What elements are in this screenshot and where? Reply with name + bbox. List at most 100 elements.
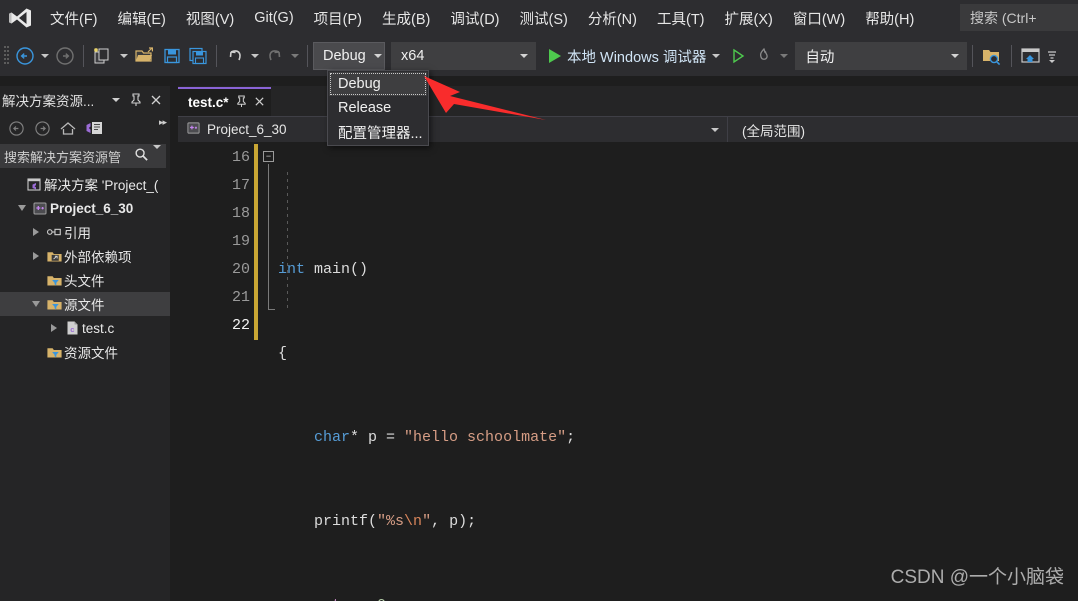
menu-item-test[interactable]: 测试(S) — [510, 0, 578, 36]
debug-target-combo[interactable]: 自动 — [795, 42, 968, 70]
code-line-20: return 0; — [278, 592, 1078, 601]
tree-item-project[interactable]: Project_6_30 — [0, 196, 170, 220]
menu-item-debug[interactable]: 调试(D) — [440, 0, 509, 36]
undo-icon[interactable] — [222, 41, 248, 71]
redo-dropdown-caret-icon[interactable] — [288, 41, 302, 71]
menu-item-edit[interactable]: 编辑(E) — [108, 0, 176, 36]
tree-item-external-dependencies[interactable]: 外部依赖项 — [0, 244, 170, 268]
panel-splitter[interactable] — [170, 86, 178, 601]
solution-explorer-header: 解决方案资源... — [0, 86, 170, 114]
open-folder-icon[interactable] — [131, 41, 159, 71]
dropdown-item-configuration-manager[interactable]: 配置管理器... — [329, 120, 427, 144]
toolbar-separator — [972, 45, 974, 67]
close-icon[interactable] — [254, 95, 265, 110]
menu-bar: 文件(F) 编辑(E) 视图(V) Git(G) 项目(P) 生成(B) 调试(… — [0, 0, 1078, 36]
folder-ext-icon — [44, 249, 64, 264]
new-item-icon[interactable] — [89, 41, 117, 71]
search-icon[interactable] — [131, 147, 152, 165]
hot-reload-flame-icon[interactable] — [751, 41, 777, 71]
menu-item-analyze[interactable]: 分析(N) — [578, 0, 647, 36]
menu-item-git[interactable]: Git(G) — [244, 0, 303, 36]
fold-region-line — [268, 164, 269, 310]
code-text[interactable]: int main() { char* p = "hello schoolmate… — [278, 142, 1078, 601]
collapse-region-icon[interactable]: − — [263, 151, 274, 162]
tree-item-references[interactable]: 引用 — [0, 220, 170, 244]
menu-item-build[interactable]: 生成(B) — [372, 0, 440, 36]
menu-item-help[interactable]: 帮助(H) — [855, 0, 924, 36]
home-icon[interactable] — [56, 116, 80, 140]
standard-toolbar: Debug x64 本地 Windows 调试器 自动 — [0, 36, 1078, 76]
menu-item-project[interactable]: 项目(P) — [304, 0, 372, 36]
menu-item-window[interactable]: 窗口(W) — [783, 0, 855, 36]
debug-target-value: 自动 — [805, 49, 835, 66]
save-icon[interactable] — [159, 41, 185, 71]
arrow-forward-circle-icon[interactable] — [52, 41, 78, 71]
double-chevron-icon[interactable]: ▸▸ — [159, 117, 167, 128]
tree-item-resource-files[interactable]: 资源文件 — [0, 340, 170, 364]
solution-explorer-toolbar: ▸▸ — [0, 114, 170, 142]
new-item-dropdown-caret-icon[interactable] — [117, 41, 131, 71]
global-search-text: 搜索 (Ctrl+ — [970, 9, 1037, 26]
tree-twisty-expanded[interactable] — [28, 301, 44, 307]
cpp-project-icon — [30, 201, 50, 216]
menu-item-view[interactable]: 视图(V) — [176, 0, 244, 36]
window-home-icon[interactable] — [1017, 41, 1045, 71]
chevron-down-icon — [373, 54, 382, 58]
search-options-caret-icon[interactable] — [152, 144, 166, 164]
tree-twisty-collapsed[interactable] — [28, 252, 44, 260]
close-icon[interactable] — [146, 89, 166, 111]
editor-area: test.c* Project_6_30 (全局范围) 16 17 18 19 … — [178, 86, 1078, 601]
pin-icon[interactable] — [126, 89, 146, 111]
tree-twisty-expanded[interactable] — [14, 205, 30, 211]
tree-item-test-c[interactable]: c test.c — [0, 316, 170, 340]
toolbar-overflow-icon[interactable] — [1045, 41, 1059, 71]
editor-tab-test-c[interactable]: test.c* — [178, 87, 271, 116]
menu-item-file[interactable]: 文件(F) — [40, 0, 108, 36]
tree-item-source-files[interactable]: 源文件 — [0, 292, 170, 316]
line-number: 17 — [231, 177, 250, 194]
arrow-forward-circle-icon[interactable] — [30, 116, 54, 140]
toolbar-separator — [83, 45, 84, 67]
tree-item-solution[interactable]: 解决方案 'Project_( — [0, 172, 170, 196]
toolbar-separator — [1011, 45, 1013, 67]
platform-value: x64 — [401, 48, 425, 64]
nav-back-dropdown-caret-icon[interactable] — [38, 41, 52, 71]
configuration-combo[interactable]: Debug — [313, 42, 385, 70]
undo-dropdown-caret-icon[interactable] — [248, 41, 262, 71]
tree-item-header-files[interactable]: 头文件 — [0, 268, 170, 292]
navbar-member-label: (全局范围) — [742, 123, 805, 139]
dropdown-item-debug[interactable]: Debug — [329, 72, 427, 96]
solution-explorer-search-box[interactable]: 搜索解决方案资源管 — [0, 144, 166, 168]
arrow-back-circle-icon[interactable] — [12, 41, 38, 71]
code-editor[interactable]: 16 17 18 19 20 21 22 − int main() { char… — [178, 142, 1078, 601]
platform-combo[interactable]: x64 — [391, 42, 536, 70]
arrow-back-circle-icon[interactable] — [4, 116, 28, 140]
toolbar-grip[interactable] — [0, 36, 12, 76]
chevron-down-icon — [951, 54, 960, 58]
play-outline-icon[interactable] — [725, 41, 751, 71]
chevron-down-icon[interactable] — [106, 89, 126, 111]
tree-twisty-collapsed[interactable] — [46, 324, 62, 332]
chevron-down-icon — [711, 127, 719, 132]
hot-reload-dropdown-caret-icon[interactable] — [777, 41, 791, 71]
save-all-icon[interactable] — [185, 41, 211, 71]
navbar-member-combo[interactable]: (全局范围) — [728, 117, 1078, 143]
configuration-dropdown-menu[interactable]: Debug Release 配置管理器... — [327, 70, 429, 146]
folder-search-icon[interactable] — [978, 41, 1006, 71]
navbar-project-combo[interactable]: Project_6_30 — [178, 116, 728, 143]
tree-item-label: 头文件 — [64, 274, 105, 289]
menu-item-extensions[interactable]: 扩展(X) — [715, 0, 783, 36]
start-debugging-label: 本地 Windows 调试器 — [567, 49, 707, 66]
global-search-box[interactable]: 搜索 (Ctrl+ — [960, 4, 1078, 31]
change-bar — [254, 144, 258, 340]
dropdown-item-release[interactable]: Release — [329, 96, 427, 120]
pin-icon[interactable] — [236, 94, 247, 111]
filter-folder-icon — [44, 297, 64, 312]
start-debugging-button[interactable]: 本地 Windows 调试器 — [544, 41, 725, 71]
svg-text:c: c — [70, 325, 74, 334]
redo-icon[interactable] — [262, 41, 288, 71]
solution-properties-icon[interactable] — [82, 116, 106, 140]
filter-folder-icon — [44, 345, 64, 360]
menu-item-tools[interactable]: 工具(T) — [647, 0, 715, 36]
tree-twisty-collapsed[interactable] — [28, 228, 44, 236]
